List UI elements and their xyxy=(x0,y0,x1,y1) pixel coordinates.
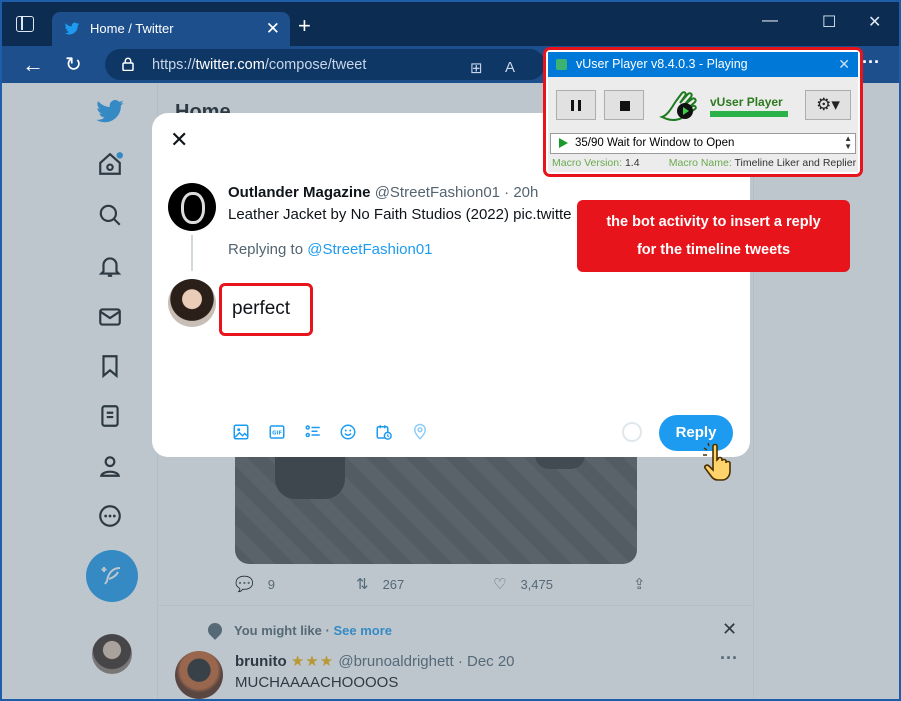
stop-icon xyxy=(620,101,630,111)
character-progress-ring xyxy=(622,422,642,442)
my-avatar xyxy=(168,279,216,327)
vuser-close-icon[interactable]: ✕ xyxy=(838,52,850,77)
tab-title: Home / Twitter xyxy=(90,21,174,36)
pause-button[interactable] xyxy=(556,90,596,120)
image-icon[interactable] xyxy=(232,423,250,441)
vuser-logo-text: vUser Player xyxy=(710,95,783,109)
vuser-logo-icon xyxy=(659,91,697,121)
original-author-avatar[interactable] xyxy=(168,183,216,231)
tab-close-icon[interactable]: ✕ xyxy=(266,19,280,39)
browser-window: Home / Twitter ✕ + — ☐ ✕ ← ↻ https://twi… xyxy=(2,2,899,699)
vuser-status-field[interactable]: 35/90 Wait for Window to Open ▲ ▼ xyxy=(550,133,856,154)
back-arrow-icon[interactable]: ← xyxy=(22,52,44,78)
replying-to: Replying to @StreetFashion01 xyxy=(228,241,433,258)
replying-to-handle-link[interactable]: @StreetFashion01 xyxy=(307,241,432,258)
lock-icon xyxy=(122,57,134,71)
thread-line xyxy=(191,235,193,271)
read-aloud-icon[interactable]: A xyxy=(505,59,515,76)
refresh-icon[interactable]: ↻ xyxy=(65,52,82,77)
gif-icon[interactable]: GIF xyxy=(268,423,286,441)
vuser-app-icon xyxy=(556,59,567,70)
tab-home-twitter[interactable]: Home / Twitter ✕ xyxy=(52,12,290,46)
stop-button[interactable] xyxy=(604,90,644,120)
reply-textarea[interactable]: perfect xyxy=(232,298,290,320)
more-menu-icon[interactable]: ··· xyxy=(862,52,880,73)
settings-gear-button[interactable]: ⚙▾ xyxy=(805,90,851,120)
url-text: https://twitter.com/compose/tweet xyxy=(152,57,367,73)
schedule-icon[interactable] xyxy=(375,423,393,441)
tab-bar: Home / Twitter ✕ + — ☐ ✕ xyxy=(2,2,899,46)
modal-close-icon[interactable]: ✕ xyxy=(170,127,188,153)
url-field[interactable]: https://twitter.com/compose/tweet ⊞ A xyxy=(105,49,545,80)
emoji-icon[interactable] xyxy=(339,423,357,441)
original-tweet-header: Outlander Magazine @StreetFashion01 · 20… xyxy=(228,184,539,201)
twitter-bird-icon xyxy=(64,22,80,35)
vuser-player-window: vUser Player v8.4.0.3 - Playing ✕ vUser … xyxy=(543,47,863,177)
gear-icon: ⚙▾ xyxy=(816,95,840,114)
minimize-button[interactable]: — xyxy=(762,12,778,30)
pause-icon xyxy=(571,100,574,111)
tab-actions-icon[interactable] xyxy=(16,16,34,32)
new-tab-button[interactable]: + xyxy=(298,13,311,39)
play-status-icon xyxy=(559,138,568,148)
annotation-callout: the bot activity to insert a reply for t… xyxy=(577,200,850,272)
svg-text:GIF: GIF xyxy=(272,431,282,437)
window-close-button[interactable]: ✕ xyxy=(868,12,881,32)
status-spinner-arrows-icon[interactable]: ▲ ▼ xyxy=(844,135,852,151)
maximize-button[interactable]: ☐ xyxy=(822,12,836,32)
original-tweet-text: Leather Jacket by No Faith Studios (2022… xyxy=(228,206,572,223)
vuser-title-bar[interactable]: vUser Player v8.4.0.3 - Playing ✕ xyxy=(548,52,858,77)
poll-icon[interactable] xyxy=(304,423,322,441)
apps-icon[interactable]: ⊞ xyxy=(470,59,483,77)
vuser-body: vUser Player ⚙▾ 35/90 Wait for Window to… xyxy=(548,77,858,172)
vuser-logo-bar xyxy=(710,111,788,117)
hand-pointer-cursor-icon xyxy=(703,442,731,481)
location-icon[interactable] xyxy=(411,423,429,441)
vuser-macro-info: Macro Version: 1.4 Macro Name: Timeline … xyxy=(552,157,856,169)
